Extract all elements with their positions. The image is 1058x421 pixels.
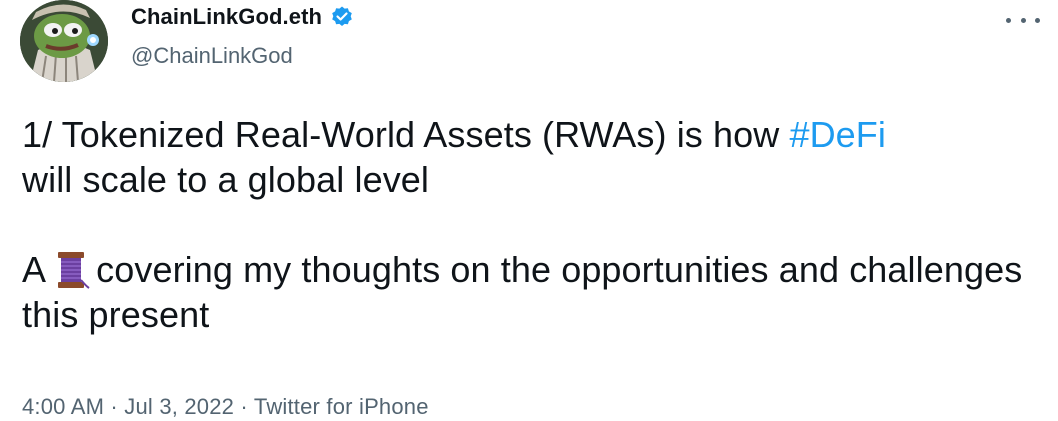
tweet-paragraph-1: 1/ Tokenized Real-World Assets (RWAs) is…	[22, 112, 1032, 202]
verified-badge-icon	[330, 5, 354, 29]
pepe-avatar-image	[20, 0, 108, 82]
spool-of-thread-emoji	[54, 250, 90, 290]
dot	[1035, 17, 1040, 23]
avatar[interactable]	[20, 0, 108, 82]
tweet-line1-suffix: will scale to a global level	[22, 159, 430, 200]
author-handle[interactable]: @ChainLinkGod	[131, 43, 293, 69]
tweet-date[interactable]: Jul 3, 2022	[124, 394, 234, 419]
tweet-time[interactable]: 4:00 AM	[22, 394, 104, 419]
author-display-name[interactable]: ChainLinkGod.eth	[131, 4, 322, 30]
dot	[1006, 17, 1011, 23]
tweet-line2-prefix: A	[22, 249, 47, 290]
dot	[1020, 17, 1026, 23]
tweet-metadata: 4:00 AM · Jul 3, 2022 · Twitter for iPho…	[22, 394, 429, 420]
author-name-row: ChainLinkGod.eth	[131, 4, 354, 30]
tweet-paragraph-2: A covering my thoughts on the opportunit…	[22, 247, 1032, 337]
hashtag-link[interactable]: #DeFi	[789, 114, 886, 155]
tweet-source[interactable]: Twitter for iPhone	[254, 394, 429, 419]
meta-separator: ·	[234, 394, 254, 419]
tweet-line1-prefix: 1/ Tokenized Real-World Assets (RWAs) is…	[22, 114, 790, 155]
tweet-line2-suffix: covering my thoughts on the opportunitie…	[22, 249, 1023, 335]
more-options-icon[interactable]	[1006, 8, 1040, 32]
tweet-text: 1/ Tokenized Real-World Assets (RWAs) is…	[22, 112, 1032, 337]
meta-separator: ·	[104, 394, 125, 419]
